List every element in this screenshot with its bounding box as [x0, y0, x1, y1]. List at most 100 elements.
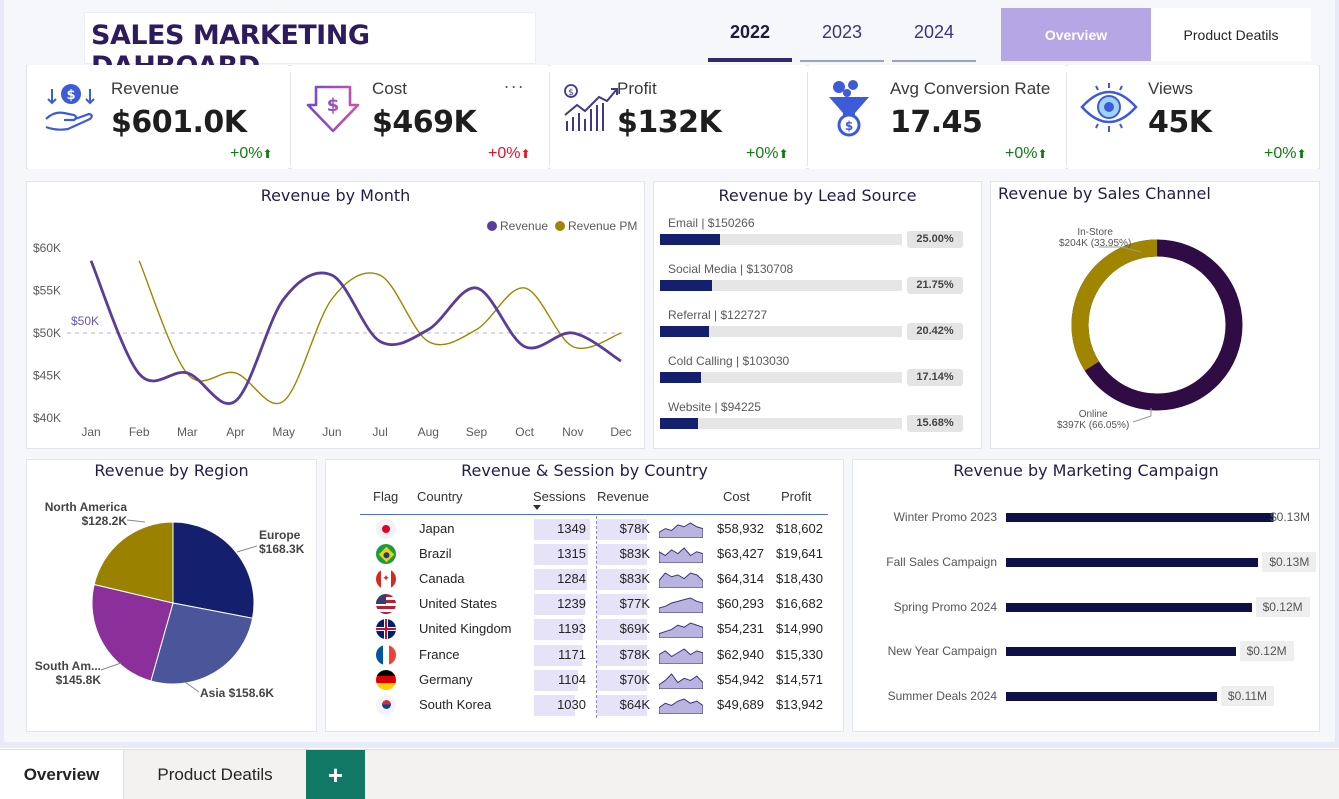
kpi-label: Profit	[617, 79, 657, 98]
col-header-country[interactable]: Country	[417, 489, 463, 504]
lead-source-panel: Revenue by Lead Source Email | $150266 25…	[653, 181, 982, 449]
col-header-profit[interactable]: Profit	[781, 489, 811, 504]
country-name: Brazil	[419, 546, 452, 562]
overview-nav-button[interactable]: Overview	[1001, 8, 1151, 61]
chart-title: Revenue by Lead Source	[718, 186, 917, 205]
revenue-sparkline	[659, 572, 703, 589]
region-label-europe: Europe $168.3K	[259, 528, 305, 556]
x-tick-label: Jan	[81, 425, 100, 439]
legend-label: Revenue PM	[568, 219, 637, 233]
profit-chart-icon: $	[564, 84, 618, 131]
revenue-sparkline	[659, 647, 703, 664]
kpi-change: +0%⬆	[230, 145, 273, 162]
revenue-value: $78K	[619, 521, 650, 536]
lead-source-label: Cold Calling | $103030	[668, 354, 790, 368]
col-header-sessions[interactable]: Sessions	[533, 489, 586, 504]
year-tab-2023[interactable]: 2023	[800, 18, 884, 62]
sessions-value: 1104	[558, 671, 586, 687]
campaign-bar[interactable]	[1006, 557, 1259, 567]
country-table-panel: Revenue & Session by Country Flag Countr…	[325, 459, 844, 732]
page-tab-overview[interactable]: Overview	[0, 750, 124, 799]
lead-source-pct: 17.14%	[907, 369, 963, 386]
campaign-bar[interactable]	[1006, 602, 1252, 612]
x-tick-label: Apr	[226, 425, 245, 439]
kpi-value: $601.0K	[111, 105, 247, 140]
lead-source-pct: 21.75%	[907, 277, 963, 294]
kpi-divider	[290, 72, 291, 166]
sort-desc-icon[interactable]	[533, 505, 541, 510]
more-options-icon[interactable]: ...	[504, 73, 525, 92]
lead-source-bar	[660, 326, 709, 337]
cost-value: $60,293	[717, 596, 764, 612]
campaign-value: $0.11M	[1220, 686, 1275, 707]
sparkline-area	[659, 698, 703, 714]
country-name: Japan	[419, 521, 455, 536]
campaign-bar[interactable]	[1006, 513, 1273, 522]
kpi-label: Cost	[372, 79, 407, 98]
dashboard-title-box: SALES MARKETING DAHBOARD	[84, 12, 536, 82]
pie-slice-europe[interactable]	[172, 521, 255, 619]
revenue-sparkline	[659, 522, 703, 538]
svg-text:$: $	[327, 95, 340, 116]
legend-marker	[555, 221, 565, 231]
country-name: Germany	[419, 671, 473, 687]
sparkline-area	[659, 647, 703, 664]
flag-icon	[376, 544, 396, 565]
region-panel: Revenue by Region North America $128.2K E…	[26, 459, 317, 732]
revenue-pm-series-line	[138, 260, 622, 405]
revenue-by-month-panel: Revenue by Month $60K $55K $50K $45K $40K $50…	[26, 181, 645, 449]
year-tab-2024[interactable]: 2024	[892, 18, 976, 62]
kpi-card-cost: $ Cost $469K ... +0%⬆	[292, 65, 548, 169]
x-tick-label: May	[272, 425, 295, 439]
flag-icon	[376, 669, 396, 690]
sessions-value: 1193	[558, 621, 586, 637]
col-header-flag[interactable]: Flag	[373, 489, 398, 504]
campaign-bar[interactable]	[1006, 692, 1217, 702]
revenue-sparkline	[659, 622, 703, 639]
revenue-sparkline	[659, 698, 703, 714]
sessions-value: 1239	[557, 596, 586, 612]
revenue-value: $83K	[619, 571, 650, 587]
chart-title: Revenue by Marketing Campaign	[953, 461, 1219, 480]
x-tick-label: Nov	[562, 425, 583, 439]
lead-source-track	[660, 372, 902, 383]
campaign-value: $0.13M	[1262, 551, 1317, 572]
lead-source-track	[660, 234, 902, 245]
campaign-label: Fall Sales Campaign	[886, 554, 997, 569]
lead-source-track	[660, 326, 902, 337]
cost-value: $54,231	[717, 621, 764, 637]
donut-rings	[1071, 239, 1243, 411]
revenue-value: $83K	[619, 546, 650, 562]
campaign-label: Summer Deals 2024	[887, 689, 997, 704]
kpi-change: +0%⬆	[746, 145, 789, 162]
page-tab-product-details[interactable]: Product Deatils	[125, 750, 305, 799]
col-header-revenue[interactable]: Revenue	[597, 489, 649, 504]
lead-source-bar	[660, 372, 702, 383]
revenue-sparkline	[659, 597, 703, 614]
cost-arrow-icon: $	[306, 85, 360, 133]
kpi-card-revenue: $ Revenue $601.0K +0%⬆	[28, 65, 288, 169]
campaign-bar[interactable]	[1006, 647, 1236, 657]
x-tick-label: Mar	[177, 425, 198, 439]
kpi-label: Views	[1148, 79, 1194, 98]
sessions-value: 1284	[557, 571, 586, 587]
sessions-value: 1030	[557, 696, 586, 712]
lead-source-pct: 15.68%	[907, 415, 963, 432]
lead-source-pct: 20.42%	[907, 323, 963, 340]
leader-line	[100, 662, 122, 671]
kpi-value: 17.45	[890, 105, 983, 140]
product-details-nav-button[interactable]: Product Deatils	[1151, 8, 1311, 61]
campaign-value: $0.13M	[1270, 510, 1311, 524]
kpi-divider	[549, 72, 550, 166]
region-label-asia: Asia $158.6K	[200, 686, 275, 700]
year-tab-2022[interactable]: 2022	[708, 18, 792, 62]
profit-value: $18,430	[776, 571, 823, 587]
y-tick-label: $60K	[33, 241, 61, 255]
flag-icon: ✦	[376, 569, 396, 590]
kpi-value: 45K	[1148, 105, 1212, 140]
cost-value: $58,932	[717, 521, 764, 536]
kpi-label: Avg Conversion Rate	[890, 79, 1051, 98]
profit-value: $15,330	[776, 646, 823, 662]
col-header-cost[interactable]: Cost	[723, 489, 750, 504]
add-page-button[interactable]: +	[306, 750, 365, 799]
